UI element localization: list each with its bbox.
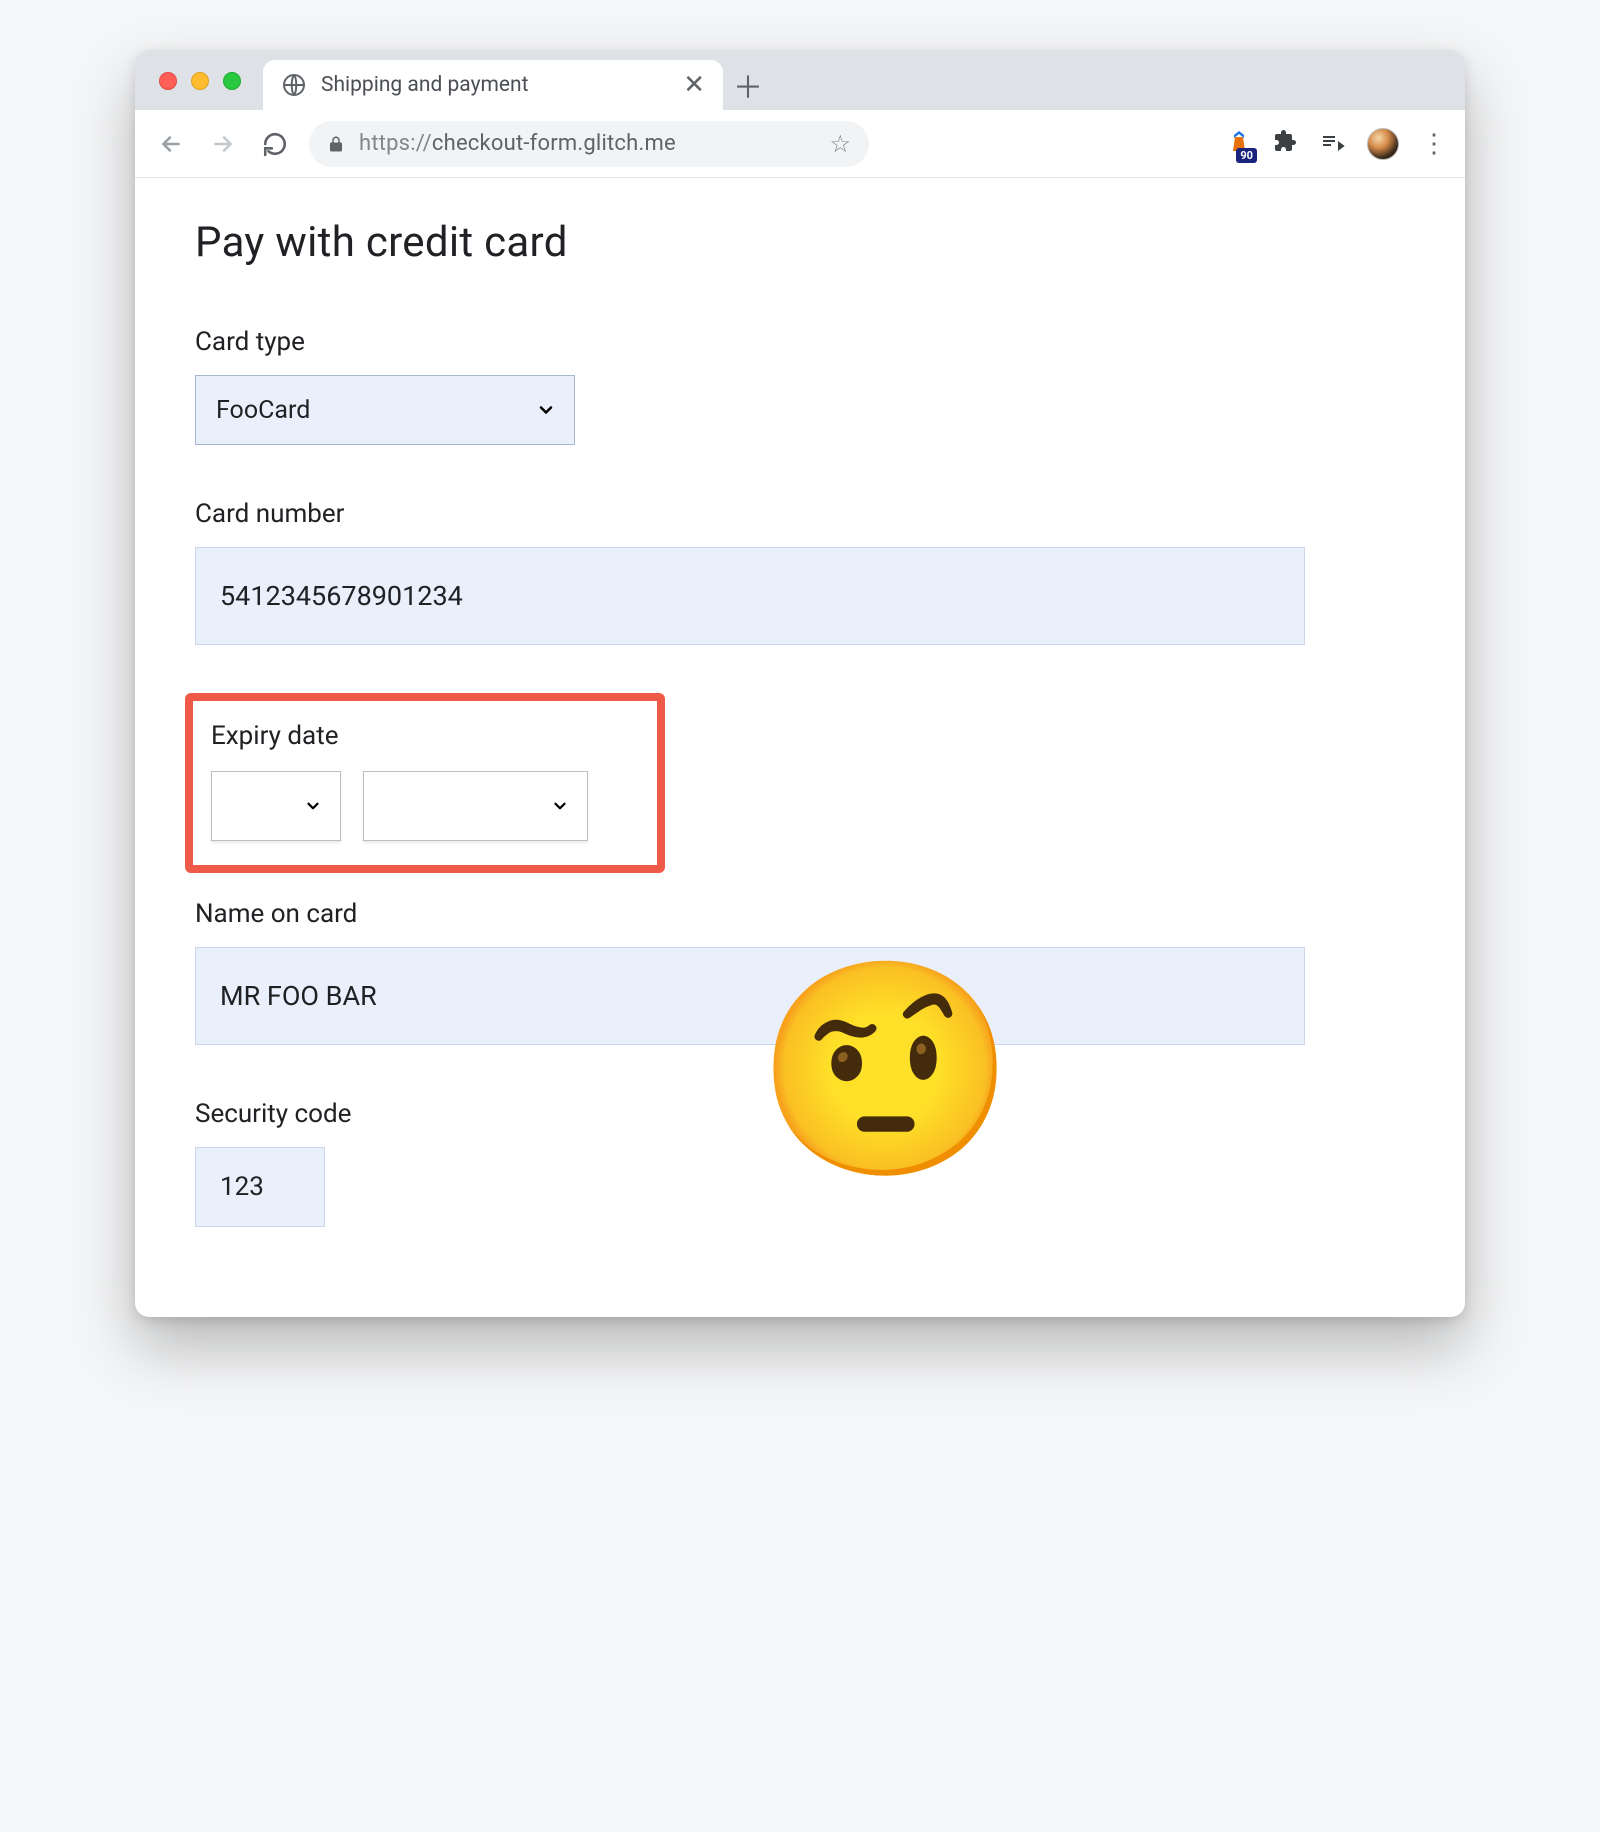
lighthouse-extension-icon[interactable]: 90 [1227, 129, 1251, 159]
url-scheme: https:// [359, 131, 432, 156]
lock-icon [327, 134, 345, 154]
chevron-down-icon [536, 400, 556, 420]
maximize-window-button[interactable] [223, 72, 241, 90]
security-code-input[interactable]: 123 [195, 1147, 325, 1227]
expiry-label: Expiry date [211, 721, 635, 751]
tab-title: Shipping and payment [321, 73, 529, 97]
name-on-card-value: MR FOO BAR [220, 980, 377, 1012]
profile-avatar[interactable] [1367, 128, 1399, 160]
card-number-value: 5412345678901234 [220, 580, 463, 612]
extension-badge: 90 [1236, 148, 1257, 163]
tab-strip: Shipping and payment ✕ ＋ [135, 50, 1465, 110]
minimize-window-button[interactable] [191, 72, 209, 90]
browser-tab[interactable]: Shipping and payment ✕ [263, 60, 723, 110]
name-on-card-label: Name on card [195, 899, 1405, 929]
url-host: checkout-form.glitch.me [432, 131, 676, 156]
reload-button[interactable] [257, 126, 293, 162]
security-code-value: 123 [220, 1172, 264, 1202]
tab-close-button[interactable]: ✕ [683, 70, 705, 100]
bookmark-star-icon[interactable]: ☆ [829, 130, 851, 158]
page-content: Pay with credit card Card type FooCard C… [135, 178, 1465, 1317]
expiry-month-select[interactable] [211, 771, 341, 841]
globe-icon [281, 72, 307, 98]
back-button[interactable] [153, 126, 189, 162]
new-tab-button[interactable]: ＋ [723, 60, 773, 110]
window-controls [159, 72, 241, 90]
expiry-highlight-box: Expiry date [185, 693, 665, 873]
name-on-card-input[interactable]: MR FOO BAR [195, 947, 1305, 1045]
card-number-label: Card number [195, 499, 1405, 529]
media-control-icon[interactable] [1319, 129, 1345, 159]
forward-button[interactable] [205, 126, 241, 162]
url-text: https://checkout-form.glitch.me [359, 131, 676, 156]
browser-toolbar: https://checkout-form.glitch.me ☆ 90 ⋮ [135, 110, 1465, 178]
card-type-select[interactable]: FooCard [195, 375, 575, 445]
card-type-value: FooCard [216, 396, 310, 425]
field-card-type: Card type FooCard [195, 327, 1405, 445]
raised-eyebrow-emoji: 🤨 [755, 966, 1016, 1176]
page-title: Pay with credit card [195, 218, 1405, 267]
field-card-number: Card number 5412345678901234 [195, 499, 1405, 645]
menu-kebab-icon[interactable]: ⋮ [1421, 129, 1447, 159]
chevron-down-icon [551, 797, 569, 815]
card-number-input[interactable]: 5412345678901234 [195, 547, 1305, 645]
close-window-button[interactable] [159, 72, 177, 90]
expiry-year-select[interactable] [363, 771, 588, 841]
address-bar[interactable]: https://checkout-form.glitch.me ☆ [309, 121, 869, 167]
extensions-puzzle-icon[interactable] [1273, 129, 1297, 159]
toolbar-icons: 90 ⋮ [1227, 128, 1447, 160]
card-type-label: Card type [195, 327, 1405, 357]
expiry-row [211, 771, 635, 841]
browser-window: Shipping and payment ✕ ＋ https://checkou… [135, 50, 1465, 1317]
chevron-down-icon [304, 797, 322, 815]
